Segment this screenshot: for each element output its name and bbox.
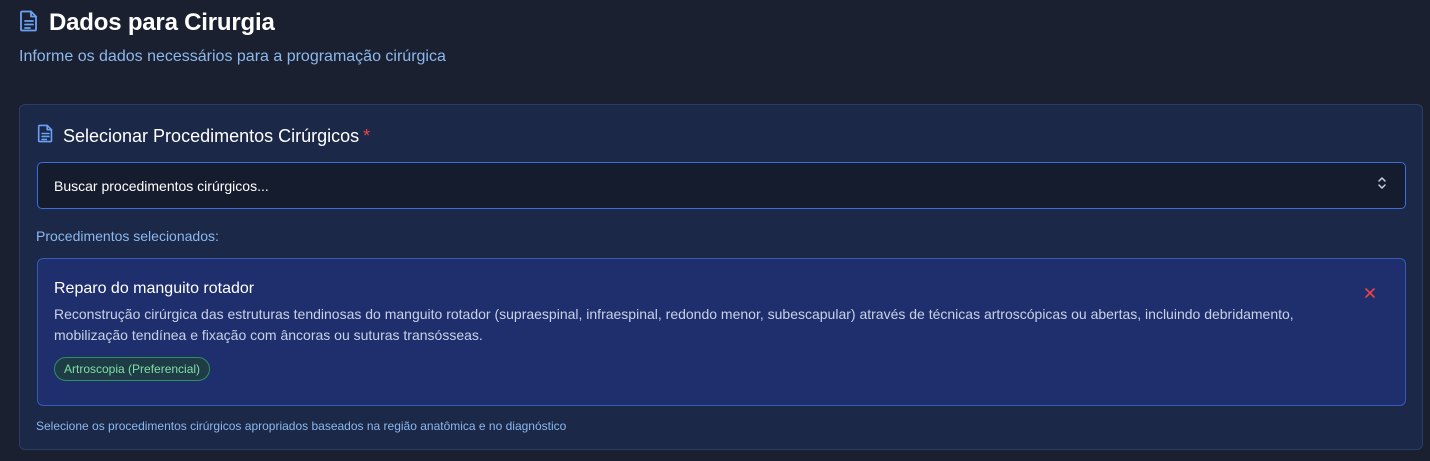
procedure-search-combobox[interactable]: Buscar procedimentos cirúrgicos... — [37, 162, 1406, 209]
remove-procedure-button[interactable] — [1363, 286, 1377, 300]
procedures-card: Selecionar Procedimentos Cirúrgicos * Bus… — [19, 104, 1423, 450]
selected-procedure-item: Reparo do manguito rotador Reconstrução … — [37, 258, 1406, 406]
section-header: Selecionar Procedimentos Cirúrgicos * — [37, 124, 370, 148]
page-title: Dados para Cirurgia — [49, 9, 275, 36]
title-row: Dados para Cirurgia — [19, 8, 275, 38]
section-title-text: Selecionar Procedimentos Cirúrgicos — [63, 126, 360, 146]
chevron-up-down-icon — [1376, 176, 1388, 195]
selected-procedures-label: Procedimentos selecionados: — [36, 228, 219, 244]
search-placeholder: Buscar procedimentos cirúrgicos... — [54, 177, 269, 194]
helper-text: Selecione os procedimentos cirúrgicos ap… — [36, 419, 567, 433]
page-header: Dados para Cirurgia — [19, 8, 275, 38]
document-icon — [19, 10, 39, 37]
procedure-name: Reparo do manguito rotador — [54, 280, 255, 297]
page-subtitle: Informe os dados necessários para a prog… — [19, 48, 446, 65]
section-title: Selecionar Procedimentos Cirúrgicos * — [63, 125, 370, 147]
close-icon — [1365, 288, 1375, 298]
required-mark: * — [363, 126, 371, 146]
document-icon — [37, 124, 54, 148]
technique-tag: Artroscopia (Preferencial) — [54, 357, 211, 381]
procedure-description: Reconstrução cirúrgica das estruturas te… — [54, 306, 1294, 343]
